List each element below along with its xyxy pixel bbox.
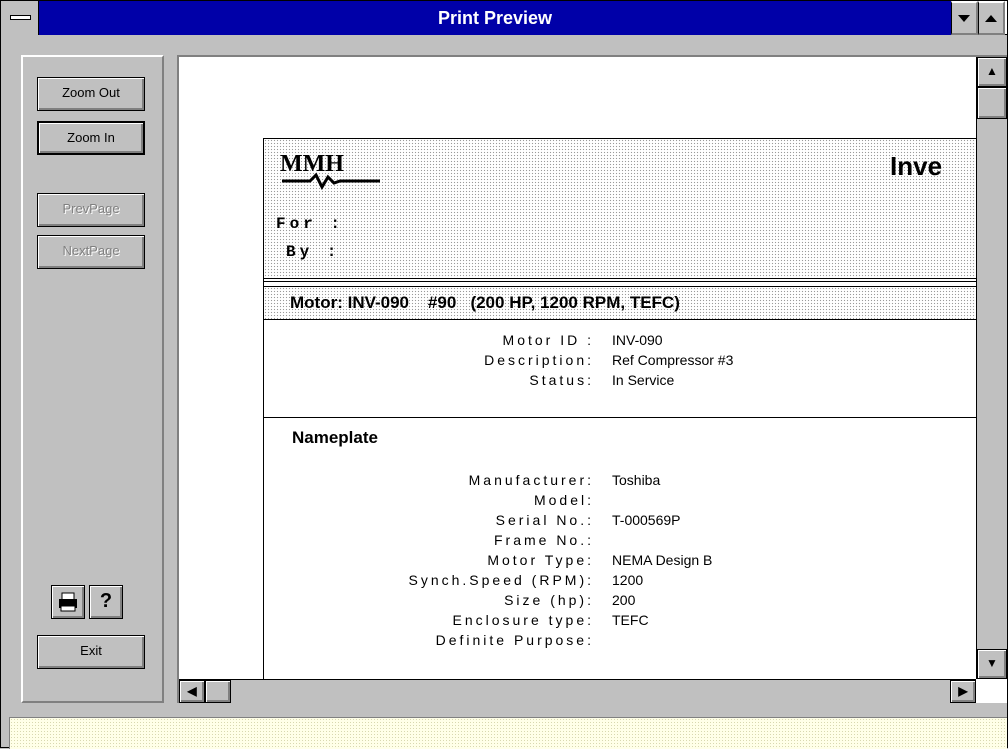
print-button[interactable] xyxy=(51,585,85,619)
zoom-out-button[interactable]: Zoom Out xyxy=(37,77,145,111)
horizontal-scrollbar[interactable]: ◀ ▶ xyxy=(179,679,976,703)
field-value: Toshiba xyxy=(612,472,661,488)
title-bar: Print Preview xyxy=(1,1,1007,35)
field-label: Definite Purpose: xyxy=(435,632,594,648)
vertical-scrollbar[interactable]: ▲ ▼ xyxy=(976,57,1007,679)
nameplate-title: Nameplate xyxy=(292,428,378,447)
motor-heading-band: Motor: INV-090 #90 (200 HP, 1200 RPM, TE… xyxy=(264,286,976,320)
maximize-button[interactable] xyxy=(978,1,1005,35)
vertical-scroll-thumb[interactable] xyxy=(977,87,1007,119)
zoom-in-button[interactable]: Zoom In xyxy=(37,121,145,155)
field-label: Motor ID : xyxy=(502,332,594,348)
section-divider xyxy=(264,417,976,418)
prev-page-button[interactable]: PrevPage xyxy=(37,193,145,227)
report-page: MMH Inve For : By : Motor: INV-090 #90 (… xyxy=(263,138,976,679)
field-label: Frame No.: xyxy=(493,532,594,548)
field-label: Motor Type: xyxy=(487,552,594,568)
field-label: Enclosure type: xyxy=(452,612,594,628)
help-button[interactable]: ? xyxy=(89,585,123,619)
arrow-up-icon: ▲ xyxy=(986,64,998,78)
scroll-left-button[interactable]: ◀ xyxy=(179,680,205,703)
field-label: Synch.Speed (RPM): xyxy=(408,572,594,588)
field-value: 1200 xyxy=(612,572,644,588)
arrow-down-icon: ▼ xyxy=(986,656,998,670)
field-label: Manufacturer: xyxy=(468,472,594,488)
control-panel: Zoom Out Zoom In PrevPage NextPage ? Exi… xyxy=(21,55,164,703)
horizontal-scroll-thumb[interactable] xyxy=(205,680,231,703)
minimize-arrow-icon xyxy=(958,15,970,22)
printer-icon xyxy=(59,592,77,612)
motor-heading: Motor: INV-090 #90 (200 HP, 1200 RPM, TE… xyxy=(290,293,680,312)
minimize-button[interactable] xyxy=(951,1,978,35)
scroll-down-button[interactable]: ▼ xyxy=(977,649,1007,679)
status-bar xyxy=(9,717,1007,749)
field-value: TEFC xyxy=(612,612,649,628)
field-value: In Service xyxy=(612,372,675,388)
field-label: Status: xyxy=(529,372,594,388)
maximize-arrow-icon xyxy=(985,15,997,22)
arrow-right-icon: ▶ xyxy=(958,684,968,698)
report-title: Inve xyxy=(890,151,943,181)
window-title: Print Preview xyxy=(39,1,951,35)
field-label: Size (hp): xyxy=(504,592,594,608)
scroll-up-button[interactable]: ▲ xyxy=(977,57,1007,87)
system-menu-button[interactable] xyxy=(1,1,39,35)
question-icon: ? xyxy=(99,590,113,612)
by-label: By : xyxy=(286,243,341,261)
field-value: INV-090 xyxy=(612,332,663,348)
exit-button[interactable]: Exit xyxy=(37,635,145,669)
field-value: T-000569P xyxy=(612,512,681,528)
svg-text:MMH: MMH xyxy=(280,151,344,177)
header-divider xyxy=(264,281,976,282)
arrow-left-icon: ◀ xyxy=(187,684,197,698)
field-label: Serial No.: xyxy=(495,512,594,528)
scroll-right-button[interactable]: ▶ xyxy=(950,680,976,703)
system-menu-icon xyxy=(10,15,31,20)
field-label: Model: xyxy=(533,492,594,508)
field-value: NEMA Design B xyxy=(612,552,713,568)
print-preview-window: Print Preview Zoom Out Zoom In PrevPage … xyxy=(0,0,1008,749)
field-label: Description: xyxy=(484,352,594,368)
field-value: Ref Compressor #3 xyxy=(612,352,734,368)
next-page-button[interactable]: NextPage xyxy=(37,235,145,269)
for-label: For : xyxy=(276,215,345,233)
field-value: 200 xyxy=(612,592,636,608)
report-header: MMH Inve For : By : xyxy=(264,139,976,279)
company-logo: MMH xyxy=(280,151,380,191)
